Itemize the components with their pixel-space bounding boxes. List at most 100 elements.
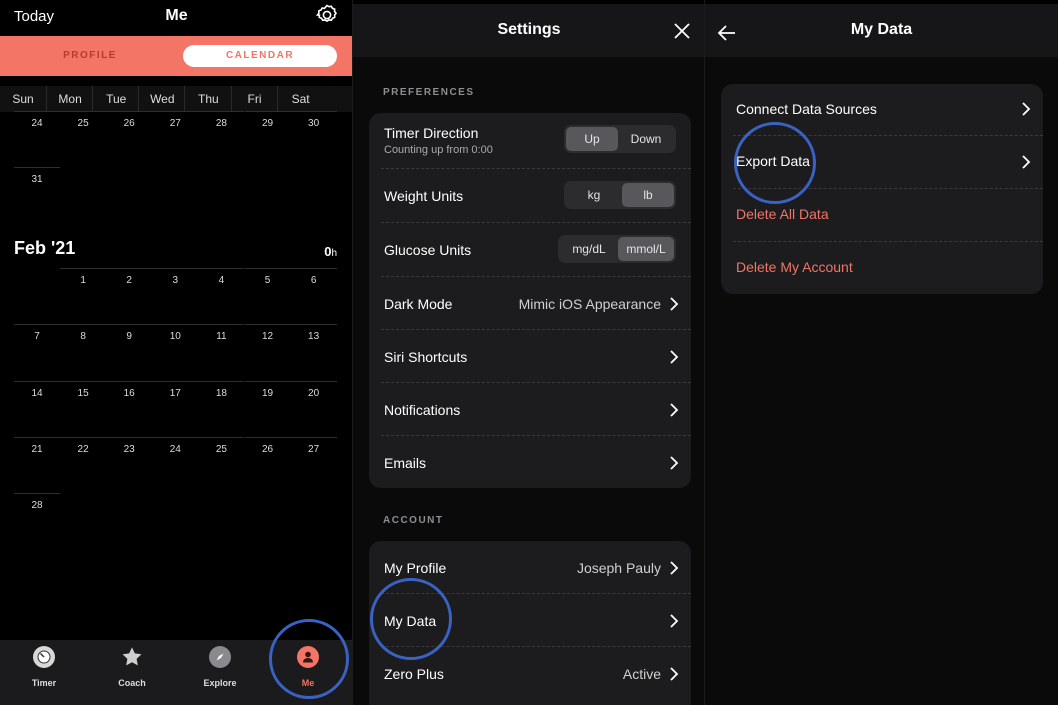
calendar-day[interactable]: 24	[14, 118, 60, 129]
calendar-day[interactable]: 9	[106, 331, 152, 342]
calendar-day[interactable]: 15	[60, 388, 106, 399]
segment-lb[interactable]: lb	[622, 183, 674, 207]
week-divider	[152, 324, 199, 325]
row-label: Dark Mode	[384, 296, 453, 312]
week-divider	[198, 437, 245, 438]
row-value: Mimic iOS Appearance	[518, 296, 661, 312]
week-divider	[106, 111, 153, 112]
calendar-day[interactable]: 25	[198, 444, 244, 455]
row-label: Glucose Units	[384, 242, 472, 258]
chevron-right-icon	[670, 614, 679, 628]
row-label: Connect Data Sources	[736, 101, 877, 117]
row-glucose-units: Glucose Units mg/dL mmol/L	[369, 224, 691, 277]
week-divider	[152, 381, 199, 382]
calendar-day[interactable]: 30	[291, 118, 337, 129]
chevron-right-icon	[670, 667, 679, 681]
calendar-day[interactable]: 4	[198, 275, 244, 286]
calendar-day[interactable]: 23	[106, 444, 152, 455]
star-icon	[121, 646, 143, 668]
tab-bar: Timer Coach Explore Me	[0, 640, 353, 705]
week-divider	[14, 324, 61, 325]
settings-screen: Settings PREFERENCES Timer Direction Cou…	[353, 0, 705, 705]
calendar-day[interactable]: 12	[245, 331, 291, 342]
calendar-day[interactable]: 26	[106, 118, 152, 129]
segment-up[interactable]: Up	[566, 127, 618, 151]
row-label: Siri Shortcuts	[384, 349, 468, 365]
row-export-data[interactable]: Export Data	[721, 136, 1043, 188]
my-data-screen: My Data Connect Data Sources Export Data…	[705, 0, 1058, 705]
calendar-day[interactable]: 7	[14, 331, 60, 342]
row-delete-all-data[interactable]: Delete All Data	[721, 189, 1043, 241]
row-my-profile[interactable]: My Profile Joseph Pauly	[369, 541, 691, 594]
tab-explore[interactable]: Explore	[176, 646, 264, 688]
weekday-label: Sun	[12, 92, 34, 106]
row-label: Delete All Data	[736, 206, 829, 222]
calendar-day[interactable]: 27	[152, 118, 198, 129]
me-screen: Today Me PROFILE CALENDAR Sun Mon Tue Wed Th…	[0, 0, 353, 705]
calendar-day[interactable]: 25	[60, 118, 106, 129]
tab-timer[interactable]: Timer	[0, 646, 88, 688]
calendar-day[interactable]: 1	[60, 275, 106, 286]
calendar-day[interactable]: 28	[14, 500, 60, 511]
weekday-label: Tue	[92, 86, 139, 112]
calendar-day[interactable]: 18	[198, 388, 244, 399]
calendar-day[interactable]: 5	[245, 275, 291, 286]
weekday-header: Sun Mon Tue Wed Thu Fri Sat	[0, 86, 353, 112]
weekday-label: Sat	[276, 86, 324, 112]
row-dark-mode[interactable]: Dark Mode Mimic iOS Appearance	[369, 277, 691, 330]
row-emails[interactable]: Emails	[369, 436, 691, 489]
account-group: My Profile Joseph Pauly My Data Zero Plu…	[369, 541, 691, 705]
row-label: Emails	[384, 455, 427, 471]
calendar-day[interactable]: 16	[106, 388, 152, 399]
segment-mmoll[interactable]: mmol/L	[618, 237, 674, 261]
week-divider	[106, 324, 153, 325]
calendar-day[interactable]: 20	[291, 388, 337, 399]
segment-kg[interactable]: kg	[566, 183, 622, 207]
section-header-account: ACCOUNT	[383, 515, 444, 526]
calendar-day[interactable]: 19	[245, 388, 291, 399]
segment-mgdl[interactable]: mg/dL	[560, 237, 618, 261]
calendar-day[interactable]: 31	[14, 174, 60, 185]
row-connect-data-sources[interactable]: Connect Data Sources	[721, 84, 1043, 136]
calendar-day[interactable]: 11	[198, 331, 244, 342]
week-divider	[290, 268, 337, 269]
segment-down[interactable]: Down	[618, 127, 674, 151]
calendar-day[interactable]: 27	[291, 444, 337, 455]
page-title: Settings	[497, 21, 561, 38]
calendar-day[interactable]: 13	[291, 331, 337, 342]
month-title: Feb '21	[14, 238, 76, 258]
week-divider	[244, 268, 291, 269]
compass-icon	[209, 646, 231, 668]
calendar-day[interactable]: 21	[14, 444, 60, 455]
calendar-day[interactable]: 8	[60, 331, 106, 342]
row-my-data[interactable]: My Data	[369, 594, 691, 647]
calendar-day[interactable]: 3	[152, 275, 198, 286]
row-notifications[interactable]: Notifications	[369, 383, 691, 436]
calendar-day[interactable]: 24	[152, 444, 198, 455]
row-delete-my-account[interactable]: Delete My Account	[721, 242, 1043, 294]
gear-icon[interactable]	[315, 3, 339, 27]
calendar-day[interactable]: 6	[291, 275, 337, 286]
calendar-day[interactable]: 29	[245, 118, 291, 129]
calendar-day[interactable]: 10	[152, 331, 198, 342]
calendar-day[interactable]: 2	[106, 275, 152, 286]
calendar-day[interactable]: 28	[198, 118, 244, 129]
tab-coach[interactable]: Coach	[88, 646, 176, 688]
calendar-day[interactable]: 26	[245, 444, 291, 455]
row-sublabel: Counting up from 0:00	[384, 144, 493, 156]
tab-explore-label: Explore	[203, 678, 237, 688]
tab-profile[interactable]: PROFILE	[10, 45, 170, 67]
row-zero-plus[interactable]: Zero Plus Active	[369, 647, 691, 700]
row-value: Joseph Pauly	[576, 560, 661, 576]
calendar-day[interactable]: 14	[14, 388, 60, 399]
week-divider	[14, 167, 61, 168]
calendar-day[interactable]: 22	[60, 444, 106, 455]
weekday-label: Thu	[184, 86, 231, 112]
calendar-day[interactable]: 17	[152, 388, 198, 399]
my-data-nav-bar: My Data	[705, 0, 1058, 57]
row-siri-shortcuts[interactable]: Siri Shortcuts	[369, 330, 691, 383]
tab-me[interactable]: Me	[264, 646, 352, 688]
week-divider	[244, 437, 291, 438]
close-icon[interactable]	[673, 22, 691, 40]
tab-calendar[interactable]: CALENDAR	[183, 45, 337, 67]
